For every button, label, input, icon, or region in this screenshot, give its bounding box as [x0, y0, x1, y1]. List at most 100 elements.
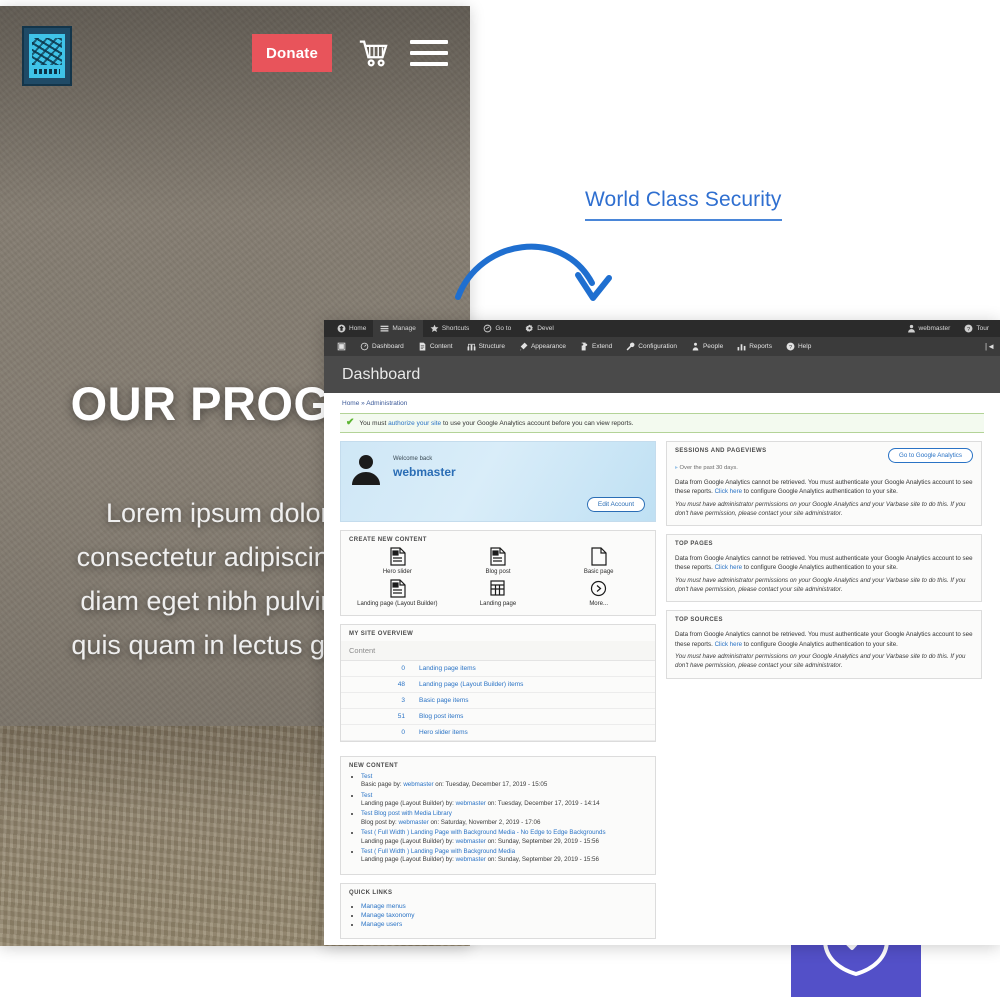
toolbar-item-structure[interactable]: Structure — [460, 337, 512, 356]
new-content-title[interactable]: Test — [361, 773, 372, 780]
create-hero-slider[interactable]: Hero slider — [347, 547, 448, 575]
toolbar-label: Dashboard — [372, 343, 404, 350]
table-row[interactable]: 0 Landing page items — [341, 660, 655, 677]
overview-label[interactable]: Landing page (Layout Builder) items — [411, 676, 655, 693]
new-content-title[interactable]: Test — [361, 792, 372, 799]
svg-text:?: ? — [967, 327, 970, 333]
sessions-subtitle: ▸ Over the past 30 days. — [667, 465, 981, 475]
toolbar-item-account[interactable]: webmaster — [900, 320, 958, 337]
top-pages-body-a2: to configure Google Analytics authentica… — [742, 564, 898, 572]
toolbar-item-tour[interactable]: ? Tour — [957, 320, 996, 337]
overview-count: 0 — [341, 724, 411, 741]
click-here-link[interactable]: Click here — [715, 564, 743, 571]
new-content-meta-prefix: Landing page (Layout Builder) by: — [361, 800, 456, 808]
toolbar-item-extend[interactable]: Extend — [573, 337, 619, 356]
click-here-link[interactable]: Click here — [715, 488, 743, 495]
star-icon — [430, 324, 439, 333]
new-content-meta-prefix: Blog post by: — [361, 818, 399, 826]
toolbar-orientation-toggle[interactable] — [330, 337, 353, 356]
edit-account-button[interactable]: Edit Account — [586, 497, 645, 512]
create-basic-page[interactable]: Basic page — [548, 547, 649, 575]
toolbar-item-appearance[interactable]: Appearance — [512, 337, 573, 356]
site-header: Donate — [0, 6, 470, 98]
breadcrumb[interactable]: Home » Administration — [340, 393, 984, 413]
dashboard-left-column: Welcome back webmaster Edit Account CREA… — [340, 441, 656, 945]
quick-link-manage-taxonomy[interactable]: Manage taxonomy — [361, 912, 414, 919]
structure-icon — [467, 343, 476, 351]
new-content-heading: NEW CONTENT — [349, 763, 399, 769]
dashboard-columns: Welcome back webmaster Edit Account CREA… — [340, 441, 984, 945]
svg-text:?: ? — [789, 345, 792, 351]
toolbar-label: Reports — [749, 343, 772, 350]
new-content-author[interactable]: webmaster — [456, 856, 486, 863]
overview-label[interactable]: Landing page items — [411, 660, 655, 677]
toolbar-collapse-arrow[interactable]: |◄ — [985, 337, 995, 356]
toolbar-label: Devel — [537, 325, 554, 332]
quick-link-manage-menus[interactable]: Manage menus — [361, 903, 406, 910]
overview-column-header: Content — [341, 641, 655, 661]
toolbar-item-help[interactable]: ? Help — [779, 337, 818, 356]
table-row[interactable]: 48 Landing page (Layout Builder) items — [341, 676, 655, 693]
sessions-body-a2: to configure Google Analytics authentica… — [742, 488, 898, 496]
create-more[interactable]: More... — [548, 579, 649, 607]
new-content-author[interactable]: webmaster — [456, 838, 486, 845]
toolbar-item-goto[interactable]: Go to — [476, 320, 518, 337]
top-sources-permissions-note: You must have administrator permissions … — [675, 652, 966, 670]
table-row[interactable]: 0 Hero slider items — [341, 724, 655, 741]
table-row[interactable]: 51 Blog post items — [341, 708, 655, 725]
new-content-title[interactable]: Test Blog post with Media Library — [361, 810, 452, 817]
hamburger-menu-icon[interactable] — [410, 40, 448, 66]
toolbar-item-content[interactable]: Content — [411, 337, 460, 356]
new-content-author[interactable]: webmaster — [456, 800, 486, 807]
top-sources-heading: TOP SOURCES — [675, 617, 723, 624]
authorize-site-link[interactable]: authorize your site — [388, 420, 441, 427]
overview-label[interactable]: Hero slider items — [411, 724, 655, 741]
new-content-meta-suffix: on: Sunday, September 29, 2019 - 15:56 — [485, 856, 599, 864]
site-overview-table: Content 0 Landing page items 48 Landing pa… — [341, 641, 655, 741]
toolbar-label: Go to — [495, 325, 512, 332]
toolbar-item-manage[interactable]: Manage — [373, 320, 423, 337]
toolbar-item-devel[interactable]: Devel — [518, 320, 561, 337]
toolbar-orientation-icon — [337, 342, 346, 351]
top-pages-panel: TOP PAGES Data from Google Analytics can… — [666, 534, 982, 603]
table-row[interactable]: 3 Basic page items — [341, 692, 655, 709]
new-content-author[interactable]: webmaster — [403, 781, 433, 788]
new-content-meta-suffix: on: Saturday, November 2, 2019 - 17:06 — [428, 818, 541, 826]
overview-count: 0 — [341, 660, 411, 677]
sessions-heading: SESSIONS AND PAGEVIEWS — [675, 448, 767, 454]
toolbar-item-people[interactable]: People — [684, 337, 730, 356]
top-sources-panel: TOP SOURCES Data from Google Analytics c… — [666, 610, 982, 679]
toolbar-label: Help — [797, 343, 812, 350]
toolbar-item-configuration[interactable]: Configuration — [619, 337, 684, 356]
donate-button[interactable]: Donate — [252, 34, 332, 72]
appearance-brush-icon — [520, 342, 528, 351]
overview-label[interactable]: Basic page items — [411, 692, 655, 709]
create-landing-page-layout-builder[interactable]: Landing page (Layout Builder) — [347, 579, 448, 607]
welcome-username: webmaster — [393, 465, 456, 479]
new-content-author[interactable]: webmaster — [399, 819, 429, 826]
people-icon — [692, 342, 699, 351]
status-prefix: You must — [359, 419, 389, 427]
my-site-overview-heading: MY SITE OVERVIEW — [349, 631, 414, 637]
overview-label[interactable]: Blog post items — [411, 708, 655, 725]
overview-count: 48 — [341, 676, 411, 693]
toolbar-item-dashboard[interactable]: Dashboard — [353, 337, 411, 356]
toolbar-item-home[interactable]: Home — [330, 320, 373, 337]
dashboard-icon — [360, 342, 369, 351]
organization-logo[interactable] — [22, 26, 72, 86]
new-content-title[interactable]: Test ( Full Width ) Landing Page with Ba… — [361, 829, 606, 836]
new-content-title[interactable]: Test ( Full Width ) Landing Page with Ba… — [361, 848, 515, 855]
create-landing-page[interactable]: Landing page — [448, 579, 549, 607]
shopping-cart-icon[interactable] — [355, 36, 393, 70]
toolbar-item-shortcuts[interactable]: Shortcuts — [423, 320, 476, 337]
create-blog-post[interactable]: Blog post — [448, 547, 549, 575]
go-to-google-analytics-button[interactable]: Go to Google Analytics — [888, 448, 973, 463]
create-new-content-panel: CREATE NEW CONTENT Hero slider Blog post — [340, 530, 656, 616]
quick-link-manage-users[interactable]: Manage users — [361, 921, 402, 928]
create-new-content-heading: CREATE NEW CONTENT — [349, 537, 427, 543]
new-content-meta-suffix: on: Tuesday, December 17, 2019 - 15:05 — [433, 781, 548, 789]
overview-count: 51 — [341, 708, 411, 725]
toolbar-label: Home — [349, 325, 367, 332]
toolbar-item-reports[interactable]: Reports — [730, 337, 779, 356]
click-here-link[interactable]: Click here — [715, 641, 743, 648]
